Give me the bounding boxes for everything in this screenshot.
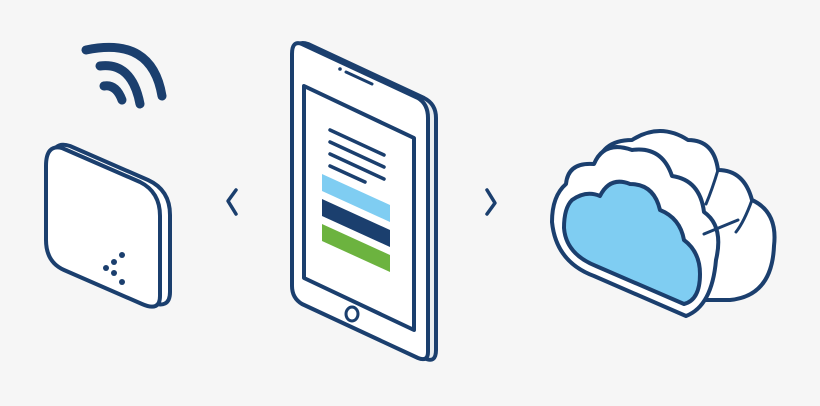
iot-diagram: [0, 0, 820, 406]
tablet-camera: [338, 67, 342, 71]
